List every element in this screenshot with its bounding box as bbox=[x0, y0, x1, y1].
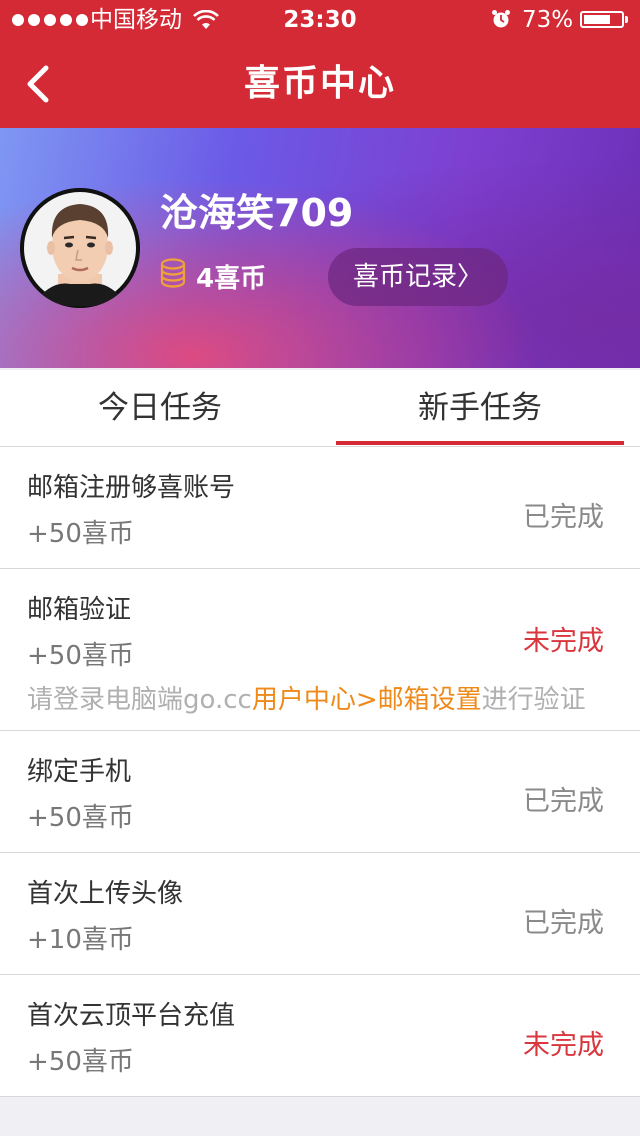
task-title: 首次上传头像 bbox=[27, 879, 184, 909]
task-title: 绑定手机 bbox=[27, 757, 132, 787]
battery-tip bbox=[625, 16, 628, 23]
coin-balance: 4喜币 bbox=[196, 264, 267, 294]
task-status: 未完成 bbox=[523, 1030, 604, 1061]
username: 沧海笑709 bbox=[160, 191, 354, 235]
top-bar: 中国移动 23:30 73% 喜币中心 bbox=[0, 0, 640, 128]
task-status: 已完成 bbox=[523, 502, 604, 533]
task-item[interactable]: 邮箱注册够喜账号 +50喜币 已完成 bbox=[0, 447, 640, 569]
page-title: 喜币中心 bbox=[243, 63, 396, 104]
avatar[interactable] bbox=[20, 188, 140, 308]
task-hint: 请登录电脑端go.cc用户中心>邮箱设置进行验证 bbox=[27, 679, 586, 716]
task-status: 已完成 bbox=[523, 908, 604, 939]
avatar-portrait-icon bbox=[20, 188, 140, 308]
task-status: 已完成 bbox=[523, 786, 604, 817]
battery-icon bbox=[580, 11, 624, 28]
hint-link-email-settings[interactable]: 用户中心>邮箱设置 bbox=[252, 685, 482, 715]
task-title: 邮箱验证 bbox=[27, 595, 132, 625]
status-bar: 中国移动 23:30 73% bbox=[0, 0, 640, 40]
active-tab-indicator bbox=[336, 441, 624, 445]
profile-header: 沧海笑709 4喜币 喜币记录〉 bbox=[0, 128, 640, 368]
nav-bar: 喜币中心 bbox=[0, 40, 640, 128]
tab-newbie-tasks[interactable]: 新手任务 bbox=[320, 370, 640, 446]
battery-percentage: 73% bbox=[522, 7, 574, 33]
hint-prefix: 请登录电脑端go.cc bbox=[27, 685, 252, 715]
task-title: 邮箱注册够喜账号 bbox=[27, 473, 236, 503]
battery-level-fill bbox=[584, 15, 610, 24]
task-item[interactable]: 绑定手机 +50喜币 已完成 bbox=[0, 731, 640, 853]
task-item[interactable]: 首次上传头像 +10喜币 已完成 bbox=[0, 853, 640, 975]
task-reward: +50喜币 bbox=[27, 641, 134, 671]
alarm-clock-icon bbox=[492, 10, 510, 28]
task-title: 首次云顶平台充值 bbox=[27, 1001, 236, 1031]
hint-suffix: 进行验证 bbox=[481, 685, 586, 715]
tab-today-tasks[interactable]: 今日任务 bbox=[0, 370, 320, 446]
task-reward: +50喜币 bbox=[27, 1047, 134, 1077]
task-reward: +50喜币 bbox=[27, 519, 134, 549]
task-item[interactable]: 邮箱验证 +50喜币 未完成 请登录电脑端go.cc用户中心>邮箱设置进行验证 bbox=[0, 569, 640, 731]
task-status: 未完成 bbox=[523, 626, 604, 657]
task-item[interactable]: 首次云顶平台充值 +50喜币 未完成 bbox=[0, 975, 640, 1097]
task-reward: +10喜币 bbox=[27, 925, 134, 955]
coin-stack-icon bbox=[160, 258, 186, 288]
coin-record-button[interactable]: 喜币记录〉 bbox=[328, 248, 508, 306]
task-tabs: 今日任务 新手任务 bbox=[0, 370, 640, 447]
task-reward: +50喜币 bbox=[27, 803, 134, 833]
